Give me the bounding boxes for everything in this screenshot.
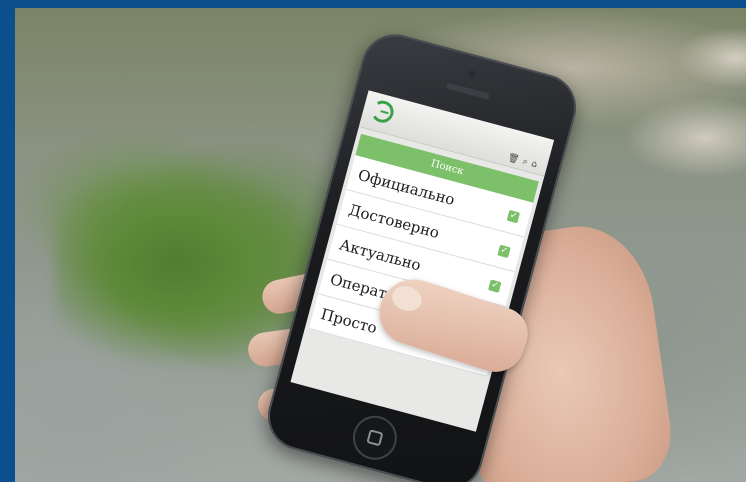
checkbox-checked-icon[interactable]: ✓: [506, 209, 521, 224]
checkbox-checked-icon[interactable]: ✓: [497, 244, 511, 259]
home-icon[interactable]: ⌂: [530, 159, 542, 171]
front-camera: [467, 69, 477, 79]
checkbox-checked-icon[interactable]: ✓: [487, 279, 502, 293]
left-border: [0, 0, 15, 482]
app-logo-icon[interactable]: [369, 98, 397, 126]
thumbnail-nail: [388, 282, 425, 315]
header-icons: 🗑⌕⌂: [506, 153, 542, 172]
earpiece-speaker: [445, 82, 490, 100]
top-border: [0, 0, 746, 8]
home-square-icon: [366, 429, 384, 447]
list-item-label: Просто: [318, 304, 380, 338]
home-button[interactable]: [347, 410, 402, 465]
